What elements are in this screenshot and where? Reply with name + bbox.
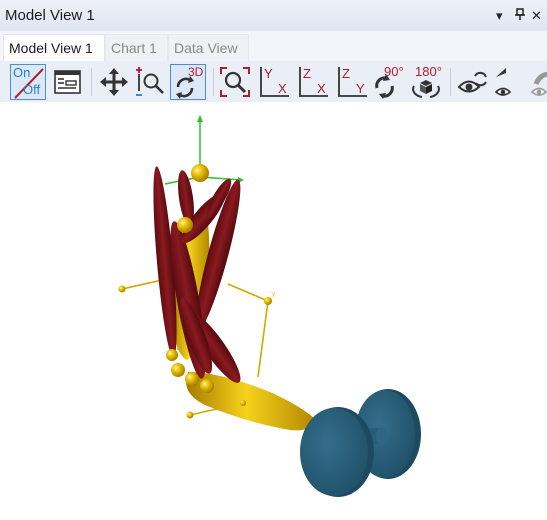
dumbbell	[300, 389, 421, 497]
rotate-90-button[interactable]: 90°	[372, 64, 408, 100]
dropdown-icon[interactable]: ▾	[496, 8, 503, 24]
view-zy-button[interactable]: Z Y	[334, 64, 370, 100]
rotate-90-label: 90°	[384, 64, 404, 79]
axis-a-label: Z	[342, 66, 350, 81]
on-label: On	[13, 65, 31, 80]
view-yx-button[interactable]: Y X	[256, 64, 292, 100]
tab-model-view-1[interactable]: Model View 1	[3, 34, 105, 61]
toolbar-separator	[213, 68, 214, 96]
eye-redo-icon	[530, 71, 547, 96]
zoom-plus-minus-icon	[136, 67, 164, 96]
rotate-3d-label: 3D	[188, 65, 204, 79]
marker	[186, 411, 194, 419]
tab-bar: Model View 1 Chart 1 Data View	[0, 31, 547, 61]
properties-panel-icon	[54, 70, 81, 94]
zoom-extents-icon	[220, 67, 250, 97]
off-label: Off	[23, 82, 41, 97]
axis-a-label: Z	[303, 66, 311, 81]
on-off-toggle-button[interactable]: On Off	[10, 64, 46, 100]
arm-model-scene[interactable]: Y	[0, 102, 547, 515]
toolbar-separator	[91, 68, 92, 96]
rotate-3d-button[interactable]: 3D	[170, 64, 206, 100]
eye-refresh-button[interactable]	[455, 64, 491, 100]
window-title: Model View 1	[5, 7, 95, 24]
view-zx-button[interactable]: Z X	[295, 64, 331, 100]
eye-refresh-icon	[457, 71, 487, 93]
rotate-180-button[interactable]: 180°	[410, 64, 446, 100]
close-icon[interactable]: ✕	[531, 8, 542, 24]
marker	[118, 285, 126, 293]
rotate-180-label: 180°	[415, 64, 442, 79]
window-title-bar: Model View 1 ▾ ✕	[0, 0, 547, 31]
move-arrows-icon	[100, 68, 128, 96]
marker-axis-label: Y	[271, 292, 276, 299]
tab-data-view[interactable]: Data View	[168, 34, 249, 61]
axis-b-label: Y	[356, 81, 365, 96]
eye-undo-icon	[494, 68, 512, 96]
eye-undo-button[interactable]	[492, 64, 528, 100]
properties-button[interactable]	[50, 64, 86, 100]
pan-button[interactable]	[96, 64, 132, 100]
toolbar-separator	[450, 68, 451, 96]
axis-a-label: Y	[264, 66, 273, 81]
zoom-button[interactable]	[133, 64, 169, 100]
eye-redo-button[interactable]	[530, 64, 547, 100]
tab-chart-1[interactable]: Chart 1	[105, 34, 168, 61]
toolbar: On Off 3D Y X Z X Z Y 90° 180°	[0, 61, 547, 102]
zoom-extents-button[interactable]	[217, 64, 253, 100]
model-viewport[interactable]: Y	[0, 102, 547, 515]
axis-b-label: X	[317, 81, 326, 96]
axis-b-label: X	[278, 81, 287, 96]
pin-icon[interactable]	[515, 8, 525, 23]
